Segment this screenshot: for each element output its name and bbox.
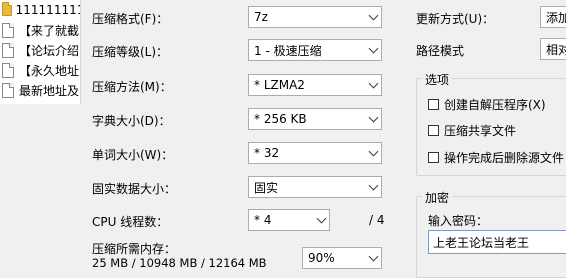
- document-icon: [2, 62, 14, 78]
- threads-total: / 4: [369, 213, 385, 227]
- file-list-item[interactable]: 【论坛介绍: [2, 40, 80, 60]
- chevron-down-icon: [365, 40, 381, 60]
- update-select[interactable]: 添加: [540, 6, 566, 28]
- delete-source-checkbox-label: 操作完成后删除源文件: [444, 151, 565, 165]
- chevron-down-icon: [365, 7, 381, 27]
- sfx-checkbox-label: 创建自解压程序(X): [444, 98, 546, 112]
- file-name: 最新地址及: [19, 83, 80, 98]
- word-label: 单词大小(W)：: [92, 148, 174, 162]
- level-label: 压缩等级(L)：: [92, 45, 169, 59]
- format-select[interactable]: 7z: [248, 6, 382, 28]
- document-icon: [2, 82, 14, 98]
- solid-select[interactable]: 固实: [248, 176, 382, 198]
- sfx-checkbox[interactable]: [428, 99, 439, 110]
- path-label: 路径模式: [416, 44, 465, 58]
- path-value: 相对: [546, 42, 566, 57]
- file-name: 【论坛介绍: [19, 43, 80, 58]
- method-label: 压缩方法(M)：: [92, 80, 172, 94]
- solid-value: 固实: [254, 180, 279, 195]
- document-icon: [2, 22, 14, 38]
- chevron-down-icon: [365, 75, 381, 95]
- chevron-down-icon: [365, 109, 381, 129]
- shared-files-checkbox-row[interactable]: 压缩共享文件: [428, 122, 516, 139]
- dict-select[interactable]: * 256 KB: [248, 108, 382, 130]
- file-name: 1111111111: [15, 3, 80, 17]
- threads-select[interactable]: * 4: [248, 209, 330, 231]
- folder-icon: [1, 1, 12, 16]
- level-select[interactable]: 1 - 极速压缩: [248, 39, 382, 61]
- word-value: * 32: [254, 146, 280, 160]
- format-value: 7z: [254, 10, 268, 24]
- update-label: 更新方式(U)：: [416, 12, 495, 26]
- sfx-checkbox-row[interactable]: 创建自解压程序(X): [428, 96, 546, 113]
- memory-percent-value: 90%: [308, 251, 335, 265]
- word-select[interactable]: * 32: [248, 142, 382, 164]
- dict-value: * 256 KB: [254, 112, 307, 126]
- file-name: 【永久地址: [19, 63, 80, 78]
- document-icon: [2, 42, 14, 58]
- memory-percent-select[interactable]: 90%: [302, 247, 382, 269]
- shared-files-checkbox-label: 压缩共享文件: [444, 124, 517, 138]
- method-value: * LZMA2: [254, 78, 305, 92]
- chevron-down-icon: [365, 248, 381, 268]
- shared-files-checkbox[interactable]: [428, 125, 439, 136]
- chevron-down-icon: [365, 177, 381, 197]
- method-select[interactable]: * LZMA2: [248, 74, 382, 96]
- password-label: 输入密码：: [428, 214, 489, 228]
- file-name: 【来了就截: [19, 23, 80, 38]
- file-list: 1111111111 【来了就截 【论坛介绍 【永久地址 最新地址及: [0, 0, 81, 104]
- file-list-item[interactable]: 【来了就截: [2, 20, 80, 40]
- password-value: 上老王论坛当老王: [433, 235, 530, 250]
- level-value: 1 - 极速压缩: [254, 43, 322, 58]
- file-list-item[interactable]: 【永久地址: [2, 60, 80, 80]
- delete-source-checkbox-row[interactable]: 操作完成后删除源文件: [428, 149, 564, 166]
- encryption-title: 加密: [422, 189, 453, 206]
- file-list-item[interactable]: 最新地址及: [2, 80, 80, 100]
- memory-label: 压缩所需内存：: [92, 242, 177, 256]
- solid-label: 固实数据大小：: [92, 182, 177, 196]
- delete-source-checkbox[interactable]: [428, 152, 439, 163]
- file-list-item[interactable]: 1111111111: [1, 0, 80, 20]
- chevron-down-icon: [365, 143, 381, 163]
- chevron-down-icon: [313, 210, 329, 230]
- threads-label: CPU 线程数：: [92, 215, 169, 229]
- password-input[interactable]: 上老王论坛当老王: [428, 230, 566, 254]
- threads-value: * 4: [254, 213, 272, 227]
- options-title: 选项: [422, 71, 453, 88]
- update-value: 添加: [546, 10, 566, 25]
- dict-label: 字典大小(D)：: [92, 114, 171, 128]
- path-select[interactable]: 相对: [540, 38, 566, 60]
- format-label: 压缩格式(F)：: [92, 12, 169, 26]
- memory-value: 25 MB / 10948 MB / 12164 MB: [92, 256, 267, 270]
